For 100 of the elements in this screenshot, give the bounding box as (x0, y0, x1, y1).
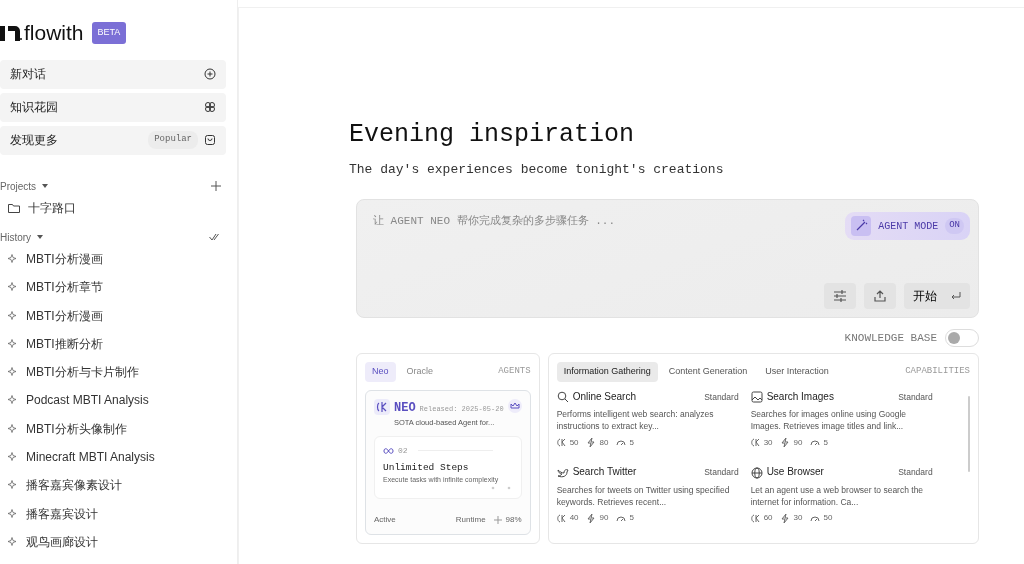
capability-description: Searches for images online using Google Images. Retrieves image titles and link... (750, 408, 908, 433)
panel-heading: AGENTS (498, 365, 531, 378)
start-button[interactable]: 开始 (904, 283, 970, 309)
beta-badge: BETA (91, 22, 127, 44)
stat-value: 5 (629, 436, 634, 449)
stat-value: 30 (763, 436, 773, 449)
section-title: History (0, 230, 32, 245)
knowledge-base-switch[interactable] (945, 329, 979, 347)
history-item[interactable]: MBTI推断分析 (0, 329, 109, 358)
knowledge-base-label: KNOWLEDGE BASE (844, 330, 937, 346)
prompt-box[interactable]: 让 AGENT NEO 帮你完成复杂的多步骤任务 ... AGENT MODE ON 开始 (356, 199, 979, 318)
gauge-icon (616, 513, 627, 523)
history-item[interactable]: MBTI分析章节 (0, 273, 109, 302)
gauge-icon (810, 437, 821, 447)
upload-icon (874, 290, 886, 302)
stat-value: 50 (569, 436, 579, 449)
capability-card[interactable]: Search Images Standard Searches for images online using Google Images. Retrieves image titles and link... 30 90 5 (750, 389, 933, 460)
gauge-icon (616, 437, 627, 447)
globe-icon (750, 466, 763, 479)
history-item[interactable]: MBTI分析与卡片制作 (0, 358, 145, 387)
history-item[interactable]: MBTI分析漫画 (0, 301, 109, 330)
lightning-icon (586, 513, 597, 523)
capability-tab[interactable]: Content Generation (661, 362, 755, 382)
nav-item[interactable]: 知识花园 (0, 92, 226, 122)
history-item[interactable]: MBTI分析漫画 (0, 244, 109, 274)
runtime-label: Runtime (455, 514, 486, 526)
tier-label: Standard (704, 466, 739, 479)
tier-label: Standard (704, 390, 739, 403)
capability-name: Use Browser (766, 465, 824, 480)
bag-icon (204, 134, 216, 146)
double-check-icon (209, 233, 221, 242)
stat-value: 5 (629, 512, 634, 524)
scrollbar[interactable] (968, 395, 970, 472)
capability-name: Online Search (572, 389, 636, 404)
image-icon (750, 390, 763, 403)
magic-wand-icon (851, 216, 872, 236)
stat-value: 5 (823, 436, 828, 449)
chat-plus-icon (204, 68, 216, 80)
history-item[interactable]: Podcast MBTI Analysis (0, 386, 155, 415)
carousel-dots-icon[interactable] (490, 485, 513, 490)
feature-title: Unlimited Steps (383, 460, 470, 475)
prompt-input[interactable]: 让 AGENT NEO 帮你完成复杂的多步骤任务 ... (371, 212, 791, 231)
history-item[interactable]: 播客嘉宾像素设计 (0, 471, 128, 500)
agent-tab[interactable]: Neo (365, 362, 396, 382)
crown-icon (507, 398, 522, 413)
lightning-icon (586, 437, 597, 447)
step-number: 02 (398, 444, 408, 457)
tier-label: Standard (898, 390, 933, 403)
stat-value: 30 (793, 512, 803, 524)
agent-mode-toggle[interactable]: AGENT MODE ON (845, 212, 970, 240)
capability-tab[interactable]: Information Gathering (556, 362, 658, 382)
stat-value: 50 (823, 512, 833, 524)
popular-tag: Popular (148, 131, 198, 149)
lightning-icon (780, 437, 791, 447)
upload-button[interactable] (864, 283, 896, 309)
hero-subtitle: The day's experiences become tonight's creations (349, 160, 725, 179)
capability-description: Performs intelligent web search: analyzes instructions to extract key... (556, 408, 715, 433)
capability-name: Search Twitter (572, 465, 637, 480)
mode-state: ON (945, 218, 964, 234)
caret-icon[interactable] (36, 234, 45, 241)
runtime-value: 98% (505, 514, 522, 526)
sliders-icon (833, 290, 847, 302)
stat-value: 90 (599, 512, 609, 524)
stat-value: 40 (569, 512, 579, 524)
plus-icon (211, 181, 221, 191)
lightning-icon (780, 513, 791, 523)
enter-icon (951, 292, 961, 300)
capability-card[interactable]: Use Browser Standard Let an agent use a web browser to search the internet for information. Ca... 60 30 50 (750, 465, 933, 535)
stat-value: 80 (599, 436, 609, 449)
capability-card[interactable]: Search Twitter Standard Searches for tweets on Twitter using specified keywords. Retrieves recent... 40 90 5 (556, 465, 739, 535)
nav-item[interactable]: 新对话 (0, 59, 226, 89)
infinity-icon (383, 447, 394, 454)
history-item[interactable]: 播客嘉宾设计 (0, 499, 104, 528)
logo-icon (0, 24, 22, 42)
brand-name: flowith (24, 22, 84, 44)
caret-icon[interactable] (41, 183, 50, 189)
settings-button[interactable] (824, 283, 856, 309)
panel-heading: CAPABILITIES (905, 365, 970, 378)
agent-tab[interactable]: Oracle (399, 362, 441, 382)
capability-card[interactable]: Online Search Standard Performs intelligent web search: analyzes instructions to extract key... 50 80 5 (556, 389, 739, 460)
tier-label: Standard (898, 466, 933, 479)
history-item[interactable]: 观鸟画廊设计 (0, 527, 104, 557)
capability-name: Search Images (766, 389, 834, 404)
bird-icon (556, 466, 569, 479)
stat-value: 60 (763, 512, 773, 524)
search-icon (556, 390, 569, 403)
hero-title: Evening inspiration (349, 119, 636, 151)
flower-icon (204, 101, 216, 113)
section-title: Projects (0, 179, 37, 194)
history-item[interactable]: Minecraft MBTI Analysis (0, 442, 161, 472)
folder-icon (8, 202, 20, 213)
capability-description: Let an agent use a web browser to search the internet for information. Ca... (750, 483, 925, 509)
capability-description: Searches for tweets on Twitter using specified keywords. Retrieves recent... (556, 483, 731, 509)
capability-tab[interactable]: User Interaction (758, 362, 836, 382)
nav-item[interactable]: 发现更多 Popular (0, 125, 226, 155)
history-item[interactable]: MBTI分析头像制作 (0, 414, 133, 443)
agent-status: Active (374, 514, 396, 526)
project-item[interactable]: 十字路口 (0, 193, 82, 222)
gauge-icon (810, 513, 821, 523)
stat-value: 90 (793, 436, 803, 449)
